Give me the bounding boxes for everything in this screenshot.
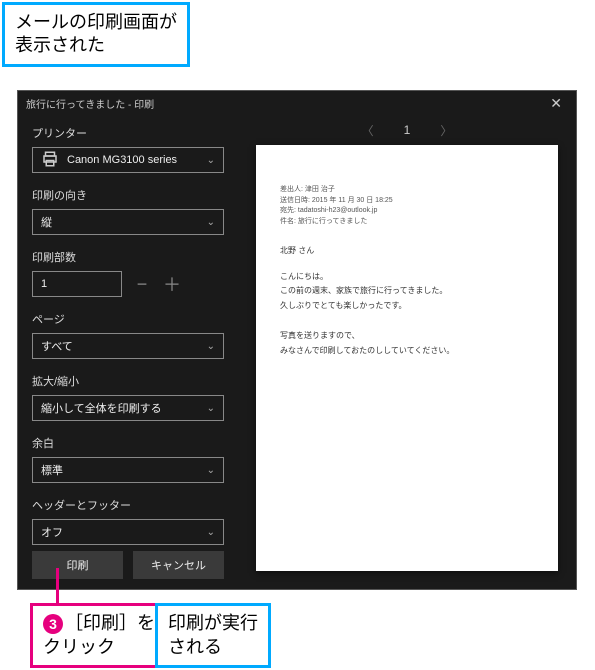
leader-line	[56, 568, 59, 604]
next-page-icon[interactable]: 〉	[440, 122, 452, 139]
preview-line: 久しぶりでとても楽しかったです。	[280, 299, 534, 313]
print-dialog: 旅行に行ってきました - 印刷 ✕ プリンター Canon MG3100 ser…	[17, 90, 577, 590]
headerfooter-group: ヘッダーとフッター オフ ⌄	[32, 497, 224, 545]
dialog-title: 旅行に行ってきました - 印刷	[26, 96, 154, 111]
print-options-panel: プリンター Canon MG3100 series ⌄ 印刷の向き 縦 ⌄	[18, 115, 238, 589]
margin-dropdown[interactable]: 標準 ⌄	[32, 457, 224, 483]
preview-meta: 差出人: 津田 治子 送信日時: 2015 年 11 月 30 日 18:25 …	[280, 185, 534, 227]
chevron-down-icon: ⌄	[207, 217, 215, 228]
margin-group: 余白 標準 ⌄	[32, 435, 224, 483]
pages-group: ページ すべて ⌄	[32, 311, 224, 359]
copies-input[interactable]: 1	[32, 271, 122, 297]
preview-line: みなさんで印刷しておたのししていてください。	[280, 344, 534, 358]
zoom-value: 縮小して全体を印刷する	[41, 400, 162, 416]
copies-value: 1	[41, 278, 47, 290]
printer-dropdown[interactable]: Canon MG3100 series ⌄	[32, 147, 224, 173]
chevron-down-icon: ⌄	[207, 155, 215, 166]
orientation-label: 印刷の向き	[32, 187, 224, 203]
step-number-badge: 3	[43, 614, 63, 634]
callout-step-3: 3［印刷］を クリック	[30, 603, 168, 668]
callout-bottom-right: 印刷が実行 される	[155, 603, 271, 668]
decrement-button[interactable]: −	[132, 274, 152, 295]
zoom-label: 拡大/縮小	[32, 373, 224, 389]
preview-line: この前の週末、家族で旅行に行ってきました。	[280, 284, 534, 298]
orientation-group: 印刷の向き 縦 ⌄	[32, 187, 224, 235]
printer-label: プリンター	[32, 125, 224, 141]
pages-value: すべて	[41, 338, 73, 354]
page-pager: 〈 1 〉	[256, 115, 558, 145]
headerfooter-dropdown[interactable]: オフ ⌄	[32, 519, 224, 545]
orientation-dropdown[interactable]: 縦 ⌄	[32, 209, 224, 235]
callout-top: メールの印刷画面が 表示された	[2, 2, 190, 67]
dialog-buttons: 印刷 キャンセル	[32, 545, 224, 579]
margin-value: 標準	[41, 462, 63, 478]
printer-icon	[41, 150, 59, 171]
chevron-down-icon: ⌄	[207, 341, 215, 352]
close-icon[interactable]: ✕	[544, 95, 568, 112]
margin-label: 余白	[32, 435, 224, 451]
page-number: 1	[404, 123, 411, 137]
pages-dropdown[interactable]: すべて ⌄	[32, 333, 224, 359]
preview-body-2: 写真を送りますので、 みなさんで印刷しておたのししていてください。	[280, 329, 534, 358]
preview-body-1: こんにちは。 この前の週末、家族で旅行に行ってきました。 久しぶりでとても楽しか…	[280, 270, 534, 313]
printer-group: プリンター Canon MG3100 series ⌄	[32, 125, 224, 173]
chevron-down-icon: ⌄	[207, 527, 215, 538]
cancel-button[interactable]: キャンセル	[133, 551, 224, 579]
preview-greeting: 北野 さん	[280, 245, 534, 256]
preview-line: 写真を送りますので、	[280, 329, 534, 343]
chevron-down-icon: ⌄	[207, 465, 215, 476]
preview-panel: 〈 1 〉 差出人: 津田 治子 送信日時: 2015 年 11 月 30 日 …	[238, 115, 576, 589]
increment-button[interactable]: ＋	[162, 271, 182, 297]
preview-date: 送信日時: 2015 年 11 月 30 日 18:25	[280, 196, 534, 207]
orientation-value: 縦	[41, 214, 52, 230]
chevron-down-icon: ⌄	[207, 403, 215, 414]
preview-to: 宛先: tadatoshi-h23@outlook.jp	[280, 206, 534, 217]
preview-sender: 差出人: 津田 治子	[280, 185, 534, 196]
headerfooter-label: ヘッダーとフッター	[32, 497, 224, 513]
titlebar: 旅行に行ってきました - 印刷 ✕	[18, 91, 576, 115]
printer-value: Canon MG3100 series	[67, 154, 199, 166]
pages-label: ページ	[32, 311, 224, 327]
copies-group: 印刷部数 1 − ＋	[32, 249, 224, 297]
copies-label: 印刷部数	[32, 249, 224, 265]
zoom-group: 拡大/縮小 縮小して全体を印刷する ⌄	[32, 373, 224, 421]
preview-line: こんにちは。	[280, 270, 534, 284]
zoom-dropdown[interactable]: 縮小して全体を印刷する ⌄	[32, 395, 224, 421]
print-button[interactable]: 印刷	[32, 551, 123, 579]
prev-page-icon[interactable]: 〈	[362, 122, 374, 139]
page-preview: 差出人: 津田 治子 送信日時: 2015 年 11 月 30 日 18:25 …	[256, 145, 558, 571]
preview-subject: 件名: 旅行に行ってきました	[280, 217, 534, 228]
headerfooter-value: オフ	[41, 524, 63, 540]
